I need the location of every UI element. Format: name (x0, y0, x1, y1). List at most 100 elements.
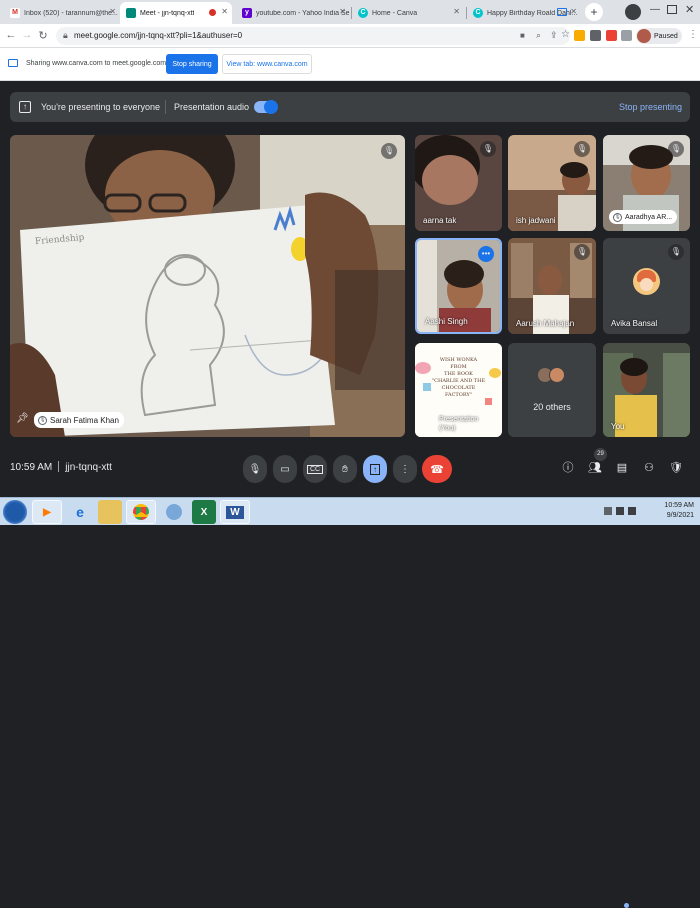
captions-button[interactable]: CC (303, 455, 327, 483)
extensions-puzzle-icon[interactable] (621, 30, 632, 41)
sharing-message: Sharing www.canva.com to meet.google.com (26, 60, 167, 67)
close-icon[interactable]: ✕ (453, 7, 460, 16)
divider (165, 100, 166, 114)
yahoo-icon: y (242, 8, 252, 18)
avatar (549, 367, 565, 383)
participant-tile[interactable]: 🎙︎ Avika Bansal (603, 238, 690, 334)
participant-tile[interactable]: 🎙︎ 🎙︎ Aaradhya AR... (603, 135, 690, 231)
window-close-icon[interactable]: ✕ (685, 3, 694, 16)
file-explorer-icon[interactable] (98, 500, 122, 524)
more-vert-icon: ⋮ (400, 463, 410, 475)
end-call-icon: ☎︎ (430, 463, 444, 476)
reload-icon[interactable]: ↻ (36, 29, 50, 42)
close-icon[interactable]: ✕ (570, 7, 577, 16)
maximize-icon[interactable] (667, 5, 677, 14)
chrome-profile-icon[interactable] (162, 500, 186, 524)
extension-icon[interactable] (606, 30, 617, 41)
participant-name-chip: 🎙︎ Aaradhya AR... (609, 210, 678, 224)
meet-icon (126, 8, 136, 18)
minimize-icon[interactable]: — (650, 4, 660, 15)
bookmark-star-icon[interactable]: ☆ (561, 29, 570, 40)
chat-icon[interactable]: ▤ (614, 460, 630, 476)
tray-flag-icon[interactable] (604, 507, 612, 515)
new-tab-button[interactable]: + (585, 3, 603, 21)
participant-tile[interactable]: 🎙︎ ish jadwani (508, 135, 596, 231)
participant-name: Avika Bansal (611, 319, 658, 328)
divider (58, 461, 60, 472)
presenting-text: You're presenting to everyone (41, 102, 160, 112)
people-icon[interactable]: 👥︎ (587, 460, 603, 476)
url-omnibox[interactable]: 🔒︎ meet.google.com/jjn-tqnq-xtt?pli=1&au… (56, 27, 570, 45)
stop-sharing-button[interactable]: Stop sharing (166, 54, 218, 74)
pin-icon[interactable]: 📌︎ (16, 413, 29, 424)
present-now-button[interactable]: ↑ (363, 455, 387, 483)
avatar (637, 29, 651, 43)
excel-icon[interactable]: X (192, 500, 216, 524)
meeting-details-icon[interactable]: ⓘ (560, 460, 576, 476)
menu-kebab-icon[interactable]: ⋮ (688, 29, 698, 40)
present-icon: ↑ (19, 101, 31, 113)
main-video-tile[interactable]: Friendship 📌︎ 🎙︎ Sarah Fatima Khan 🎙︎ (10, 135, 405, 437)
windows-taskbar: ▶ e X W 10:59 AM 9/9/2021 (0, 497, 700, 525)
tray-network-icon[interactable] (616, 507, 624, 515)
close-icon[interactable]: ✕ (221, 7, 228, 16)
gmail-icon: M (10, 8, 20, 18)
view-tab-button[interactable]: View tab: www.canva.com (222, 54, 312, 74)
participant-tile[interactable]: 🎙︎ Aarush Mahajan (508, 238, 596, 334)
activities-icon[interactable]: ⚇ (641, 460, 657, 476)
stop-presenting-button[interactable]: Stop presenting (619, 102, 682, 112)
participant-name: You (611, 422, 625, 431)
others-count: 20 others (533, 402, 571, 412)
internet-explorer-icon[interactable]: e (68, 500, 92, 524)
captions-icon: CC (306, 464, 324, 474)
tab-canva-home[interactable]: C Home - Canva ✕ (352, 2, 464, 24)
back-icon[interactable]: ← (4, 29, 18, 41)
participant-name: Aaradhya AR... (625, 213, 673, 221)
profile-status: Paused (654, 32, 678, 40)
presentation-title: WISH WONKA FROM THE BOOK "CHARLIE AND TH… (431, 357, 486, 398)
participant-name: Presentation (You) (439, 416, 479, 432)
sharing-tab-icon (557, 8, 567, 16)
leave-call-button[interactable]: ☎︎ (422, 455, 452, 483)
start-button[interactable] (3, 500, 27, 524)
mic-button[interactable]: 🎙︎ (243, 455, 267, 483)
profile-paused-button[interactable]: Paused (636, 28, 682, 44)
word-icon[interactable]: W (220, 500, 250, 524)
more-options-button[interactable]: ⋮ (393, 455, 417, 483)
canva-icon: C (358, 8, 368, 18)
more-options-icon[interactable]: ••• (478, 246, 494, 262)
chrome-icon[interactable] (126, 500, 156, 524)
meeting-info: 10:59 AM jjn-tqnq-xtt (10, 461, 112, 473)
tab-label: Inbox (520) - tarannum@the... (24, 9, 118, 17)
close-icon[interactable]: ✕ (109, 7, 116, 16)
participant-name: Aashi Singh (425, 317, 468, 326)
system-clock[interactable]: 10:59 AM 9/9/2021 (664, 501, 694, 521)
presentation-tile[interactable]: WISH WONKA FROM THE BOOK "CHARLIE AND TH… (415, 343, 502, 437)
share-icon[interactable]: ⇪ (550, 30, 558, 41)
presentation-audio-toggle[interactable] (254, 100, 278, 114)
camera-button[interactable]: ▭ (273, 455, 297, 483)
extension-icon[interactable] (574, 30, 585, 41)
host-controls-icon[interactable]: 🛡︎ (668, 460, 684, 476)
search-icon[interactable]: ⌕ (536, 30, 541, 41)
tray-volume-icon[interactable] (628, 507, 636, 515)
self-tile[interactable]: You (603, 343, 690, 437)
tab-gmail[interactable]: M Inbox (520) - tarannum@the... ✕ (4, 2, 120, 24)
raise-hand-button[interactable]: ✋︎ (333, 455, 357, 483)
others-tile[interactable]: 20 others (508, 343, 596, 437)
participant-tile[interactable]: 🎙︎ aarna tak (415, 135, 502, 231)
participant-name: Sarah Fatima Khan (50, 415, 119, 425)
camera-indicator-icon[interactable]: ■ (520, 31, 525, 40)
tab-search-icon[interactable] (625, 4, 641, 20)
mic-icon: 🎙︎ (248, 463, 262, 475)
address-bar-row: ← → ↻ 🔒︎ meet.google.com/jjn-tqnq-xtt?pl… (0, 24, 700, 48)
tab-yahoo[interactable]: y youtube.com - Yahoo India Se... ✕ (236, 2, 350, 24)
participant-tile-active[interactable]: ••• Aashi Singh (415, 238, 502, 334)
participant-count-badge: 29 (594, 448, 607, 461)
tab-meet[interactable]: Meet - jjn-tqnq-xtt ✕ (120, 2, 232, 24)
close-icon[interactable]: ✕ (339, 7, 346, 16)
tab-canva-birthday[interactable]: C Happy Birthday Roald Dahl... ✕ (467, 2, 581, 24)
forward-icon[interactable]: → (20, 29, 34, 41)
media-player-icon[interactable]: ▶ (32, 500, 62, 524)
extension-icon[interactable] (590, 30, 601, 41)
